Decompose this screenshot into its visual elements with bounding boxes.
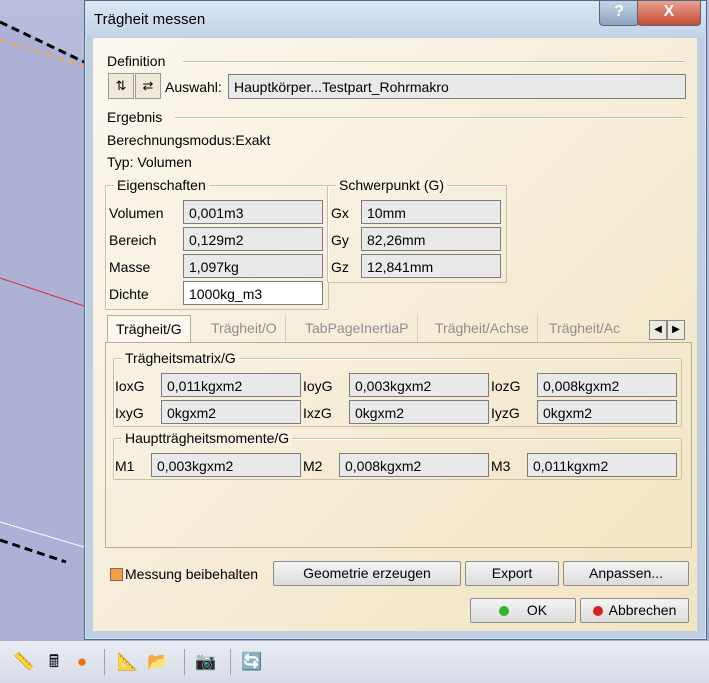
- m2-label: M2: [303, 458, 323, 474]
- bottom-toolbar: 📏 🖩 ● 📐 📂 📷 🔄: [0, 640, 709, 683]
- inertia-matrix-title: Trägheitsmatrix/G: [122, 350, 239, 366]
- measure-inertia-dialog: Trägheit messen ? X Definition ⇅ ⇄ Auswa…: [84, 0, 707, 640]
- centroid-title: Schwerpunkt (G): [336, 177, 448, 193]
- ioyg-label: IoyG: [303, 378, 333, 394]
- toolbar-separator: [230, 649, 231, 675]
- cancel-button[interactable]: Abbrechen: [580, 598, 689, 623]
- toolbar-separator: [184, 649, 185, 675]
- create-geometry-button[interactable]: Geometrie erzeugen: [273, 561, 461, 586]
- keep-measure-checkbox[interactable]: [110, 568, 123, 581]
- ioxg-label: IoxG: [115, 378, 145, 394]
- mass-label: Masse: [109, 259, 151, 275]
- measure-inertia-icon[interactable]: ●: [70, 651, 94, 673]
- camera-icon[interactable]: 📷: [194, 651, 218, 673]
- mass-field[interactable]: 1,097kg: [183, 254, 323, 278]
- iozg-label: IozG: [491, 378, 521, 394]
- principal-moments-title: Hauptträgheitsmomente/G: [122, 430, 293, 446]
- tab-inertia-axis[interactable]: Trägheit/Achse: [427, 315, 538, 342]
- gz-label: Gz: [331, 259, 349, 275]
- properties-title: Eigenschaften: [114, 177, 209, 193]
- gz-field[interactable]: 12,841mm: [361, 254, 501, 278]
- ok-icon: [498, 606, 509, 616]
- ixzg-field[interactable]: 0kgxm2: [349, 400, 489, 424]
- density-input[interactable]: 1000kg_m3: [183, 281, 323, 305]
- cancel-icon: [592, 606, 603, 616]
- m2-field[interactable]: 0,008kgxm2: [339, 453, 489, 477]
- m3-label: M3: [491, 458, 511, 474]
- area-field[interactable]: 0,129m2: [183, 227, 323, 251]
- ixyg-label: IxyG: [115, 405, 144, 421]
- gy-label: Gy: [331, 232, 349, 248]
- iyzg-label: IyzG: [491, 405, 520, 421]
- volume-label: Volumen: [109, 205, 164, 221]
- gy-field[interactable]: 82,26mm: [361, 227, 501, 251]
- definition-heading: Definition: [107, 53, 166, 69]
- gx-field[interactable]: 10mm: [361, 200, 501, 224]
- export-button[interactable]: Export: [465, 561, 559, 586]
- ioyg-field[interactable]: 0,003kgxm2: [349, 373, 489, 397]
- tab-inertia-o[interactable]: Trägheit/O: [203, 315, 286, 342]
- close-button[interactable]: X: [637, 1, 701, 26]
- tab-scroll-left-icon[interactable]: ◀: [649, 320, 667, 340]
- m1-label: M1: [115, 458, 135, 474]
- m3-field[interactable]: 0,011kgxm2: [527, 453, 677, 477]
- title-bar[interactable]: Trägheit messen ? X: [85, 1, 706, 37]
- ok-label: OK: [526, 602, 548, 618]
- snapshot-icon[interactable]: 📐: [116, 651, 140, 673]
- iozg-field[interactable]: 0,008kgxm2: [537, 373, 677, 397]
- ioxg-field[interactable]: 0,011kgxm2: [161, 373, 301, 397]
- measure-item-icon[interactable]: 🖩: [42, 651, 66, 673]
- update-icon[interactable]: 🔄: [240, 651, 264, 673]
- gx-label: Gx: [331, 205, 349, 221]
- volume-field[interactable]: 0,001m3: [183, 200, 323, 224]
- toolbar-separator: [104, 649, 105, 675]
- tab-inertia-p[interactable]: TabPageInertiaP: [297, 315, 418, 342]
- customize-button[interactable]: Anpassen...: [563, 561, 689, 586]
- tab-inertia-axis-2[interactable]: Trägheit/Ac: [541, 315, 631, 342]
- divider: [175, 117, 685, 119]
- density-label: Dichte: [109, 286, 149, 302]
- calculation-mode: Berechnungsmodus:Exakt: [107, 132, 271, 148]
- help-button[interactable]: ?: [599, 1, 639, 26]
- other-axis-icon[interactable]: ⇄: [135, 73, 161, 99]
- ixyg-field[interactable]: 0kgxm2: [161, 400, 301, 424]
- type-text: Typ: Volumen: [107, 154, 192, 170]
- dialog-body: Definition ⇅ ⇄ Auswahl: Hauptkörper...Te…: [93, 38, 697, 631]
- ok-button[interactable]: OK: [470, 598, 576, 623]
- m1-field[interactable]: 0,003kgxm2: [151, 453, 301, 477]
- tab-inertia-g[interactable]: Trägheit/G: [107, 315, 191, 343]
- keep-measure-label: Messung beibehalten: [125, 566, 259, 582]
- catalog-icon[interactable]: 📂: [146, 651, 170, 673]
- selection-field[interactable]: Hauptkörper...Testpart_Rohrmakro: [228, 74, 686, 99]
- cancel-label: Abbrechen: [608, 602, 677, 618]
- iyzg-field[interactable]: 0kgxm2: [537, 400, 677, 424]
- result-heading: Ergebnis: [107, 109, 163, 125]
- area-label: Bereich: [109, 232, 157, 248]
- divider: [183, 61, 685, 63]
- selection-mode-icon[interactable]: ⇅: [108, 73, 134, 99]
- measure-between-icon[interactable]: 📏: [12, 651, 36, 673]
- selection-label: Auswahl:: [165, 79, 222, 95]
- window-title: Trägheit messen: [94, 11, 206, 28]
- ixzg-label: IxzG: [303, 405, 332, 421]
- tab-scroll-right-icon[interactable]: ▶: [667, 320, 685, 340]
